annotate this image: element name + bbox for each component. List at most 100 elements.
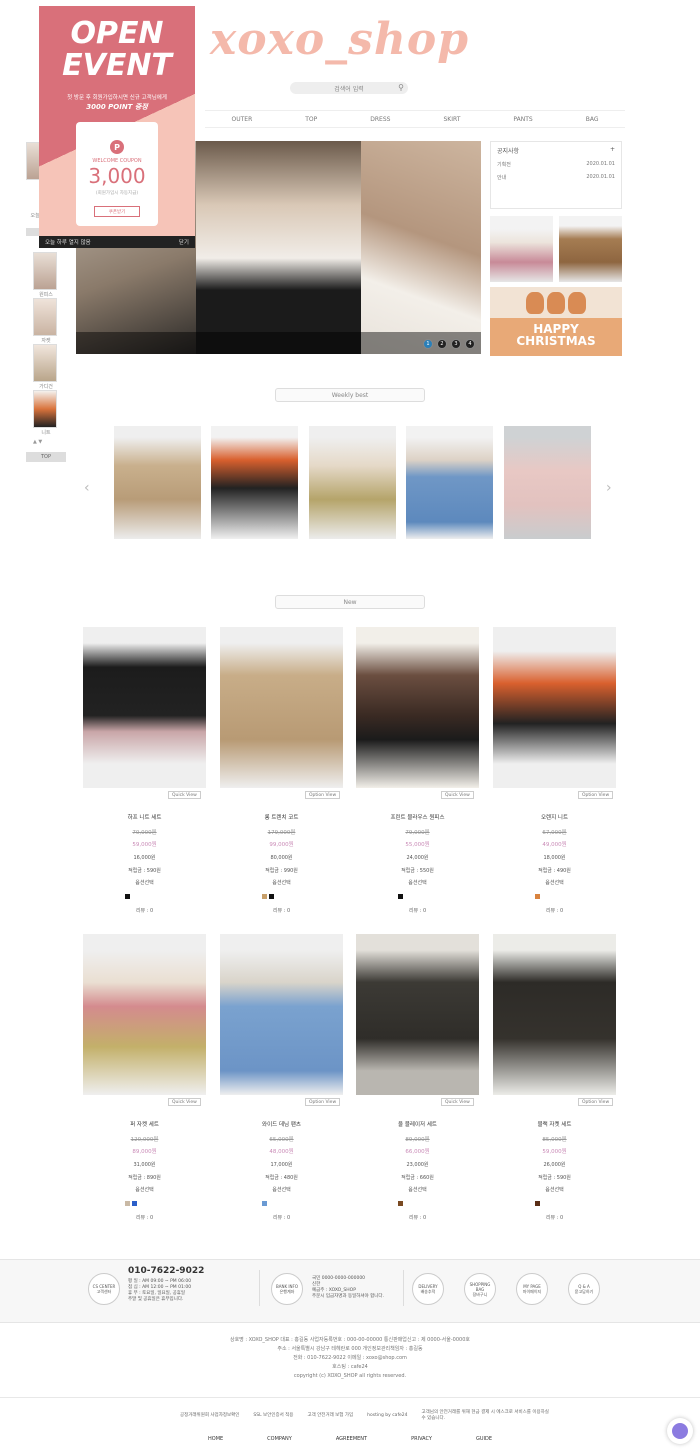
popup-close-today-checkbox[interactable]: 오늘 하루 열지 않음 [45, 238, 91, 246]
product-option-select[interactable]: 옵션선택 [83, 879, 206, 886]
weekly-product-image[interactable] [504, 426, 591, 539]
product-option-select[interactable]: 옵션선택 [493, 879, 616, 886]
chevron-left-icon[interactable]: ‹ [84, 480, 90, 496]
color-swatch[interactable] [269, 894, 274, 899]
nav-item-dress[interactable]: DRESS [370, 116, 390, 123]
color-swatch[interactable] [398, 894, 403, 899]
color-swatch[interactable] [398, 1201, 403, 1206]
sidebar-top-button[interactable]: TOP [26, 452, 66, 462]
product-name[interactable]: 오렌지 니트 [493, 813, 616, 821]
hero-dot[interactable]: 2 [437, 339, 447, 349]
weekly-product-image[interactable] [211, 426, 298, 539]
product-option-select[interactable]: 옵션선택 [493, 1186, 616, 1193]
recent-item-thumb[interactable] [33, 252, 57, 290]
product-name[interactable]: 롱 트렌치 코트 [220, 813, 343, 821]
nav-item-top[interactable]: TOP [305, 116, 317, 123]
hero-dot[interactable]: 4 [465, 339, 475, 349]
quick-view-button[interactable]: Quick View [441, 1098, 474, 1106]
product-review-count: 리뷰 : 0 [135, 908, 154, 914]
notice-more-button[interactable]: + [610, 146, 615, 155]
color-swatch[interactable] [262, 1201, 267, 1206]
qna-icon[interactable]: Q & A 묻고답하기 [568, 1273, 600, 1305]
product-image[interactable] [356, 627, 479, 788]
recent-item-thumb[interactable] [33, 298, 57, 336]
hero-dot[interactable]: 3 [451, 339, 461, 349]
recent-item-thumb[interactable] [33, 344, 57, 382]
product-image[interactable] [220, 934, 343, 1095]
sidebar-arrows[interactable]: ▲ ▼ [33, 439, 42, 445]
christmas-banner[interactable]: HAPPY CHRISTMAS [490, 287, 622, 356]
quick-view-button[interactable]: Quick View [168, 791, 201, 799]
shopping-bag-icon[interactable]: SHOPPING BAG 장바구니 [464, 1273, 496, 1305]
ssl-badge[interactable]: SSL 보안인증서 적용 [253, 1412, 293, 1418]
product-name[interactable]: 퍼 자켓 세트 [83, 1120, 206, 1128]
notice-row[interactable]: 안내 2020.01.01 [497, 174, 615, 181]
my-page-icon[interactable]: MY PAGE 마이페이지 [516, 1273, 548, 1305]
footer-link-agreement[interactable]: AGREEMENT [336, 1436, 367, 1442]
quick-view-button[interactable]: Option View [305, 1098, 341, 1106]
search-input[interactable]: 검색어 입력 ⚲ [290, 82, 408, 94]
quick-view-button[interactable]: Quick View [168, 1098, 201, 1106]
product-option-select[interactable]: 옵션선택 [83, 1186, 206, 1193]
color-swatch[interactable] [125, 1201, 130, 1206]
nav-item-pants[interactable]: PANTS [513, 116, 532, 123]
escrow-badge[interactable]: 고객님의 안전거래를 위해 현금 결제 시 에스크로 서비스를 이용하실 수 있… [422, 1409, 552, 1421]
color-swatch[interactable] [535, 1201, 540, 1206]
color-swatch[interactable] [132, 1201, 137, 1206]
product-image[interactable] [493, 627, 616, 788]
nav-item-skirt[interactable]: SKIRT [443, 116, 460, 123]
popup-close-button[interactable]: 닫기 [179, 238, 189, 246]
product-name[interactable]: 하프 니트 세트 [83, 813, 206, 821]
product-name[interactable]: 와이드 데님 팬츠 [220, 1120, 343, 1128]
company-info-line: 호스팅 : cafe24 [332, 1364, 368, 1370]
side-banner-image[interactable] [559, 216, 622, 282]
notice-row[interactable]: 기획전 2020.01.01 [497, 161, 615, 168]
product-original-price: 85,000원 [542, 1137, 567, 1143]
company-info: 상호명 : XOXO_SHOP 대표 : 홍길동 사업자등록번호 : 000-0… [0, 1336, 700, 1381]
quick-view-button[interactable]: Option View [578, 791, 614, 799]
search-icon[interactable]: ⚲ [398, 83, 404, 92]
product-image[interactable] [220, 627, 343, 788]
gingerbread-icon [526, 292, 544, 314]
product-image[interactable] [493, 934, 616, 1095]
quick-view-button[interactable]: Option View [578, 1098, 614, 1106]
chevron-right-icon[interactable]: › [606, 480, 612, 496]
footer-link-home[interactable]: HOME [208, 1436, 223, 1442]
footer-link-company[interactable]: COMPANY [267, 1436, 292, 1442]
quick-view-button[interactable]: Quick View [441, 791, 474, 799]
weekly-product-image[interactable] [309, 426, 396, 539]
nav-item-bag[interactable]: BAG [586, 116, 599, 123]
product-image[interactable] [83, 934, 206, 1095]
color-swatch[interactable] [125, 894, 130, 899]
color-swatch[interactable] [262, 894, 267, 899]
cs-center-icon[interactable]: CS CENTER 고객센터 [88, 1273, 120, 1305]
ftc-badge[interactable]: 공정거래위원회 사업자정보확인 [180, 1412, 239, 1418]
event-popup: OPEN EVENT 첫 방문 후 회원가입하시면 신규 고객님에게 3000 … [39, 6, 195, 242]
product-option-select[interactable]: 옵션선택 [356, 1186, 479, 1193]
product-option-select[interactable]: 옵션선택 [220, 879, 343, 886]
footer-link-guide[interactable]: GUIDE [476, 1436, 492, 1442]
nav-item-outer[interactable]: OUTER [232, 116, 253, 123]
coupon-button[interactable]: 쿠폰받기 [94, 206, 140, 217]
product-name[interactable]: 울 블레이저 세트 [356, 1120, 479, 1128]
site-logo[interactable]: xoxo_shop [210, 14, 469, 65]
cafe24-badge[interactable]: hosting by cafe24 [367, 1413, 407, 1418]
product-name[interactable]: 프린트 블라우스 원피스 [356, 813, 479, 821]
delivery-icon[interactable]: DELIVERY 배송추적 [412, 1273, 444, 1305]
recent-item-thumb[interactable] [33, 390, 57, 428]
product-name[interactable]: 블랙 자켓 세트 [493, 1120, 616, 1128]
product-option-select[interactable]: 옵션선택 [356, 879, 479, 886]
quick-view-button[interactable]: Option View [305, 791, 341, 799]
product-image[interactable] [356, 934, 479, 1095]
color-swatch[interactable] [535, 894, 540, 899]
insurance-badge[interactable]: 고객 안전거래 보험 가입 [307, 1412, 353, 1418]
weekly-product-image[interactable] [406, 426, 493, 539]
product-option-select[interactable]: 옵션선택 [220, 1186, 343, 1193]
bank-info-icon[interactable]: BANK INFO 은행계좌 [271, 1273, 303, 1305]
product-image[interactable] [83, 627, 206, 788]
hero-dot[interactable]: 1 [423, 339, 433, 349]
footer-link-privacy[interactable]: PRIVACY [411, 1436, 432, 1442]
weekly-product-image[interactable] [114, 426, 201, 539]
chat-button[interactable] [667, 1418, 693, 1444]
side-banner-image[interactable] [490, 216, 553, 282]
